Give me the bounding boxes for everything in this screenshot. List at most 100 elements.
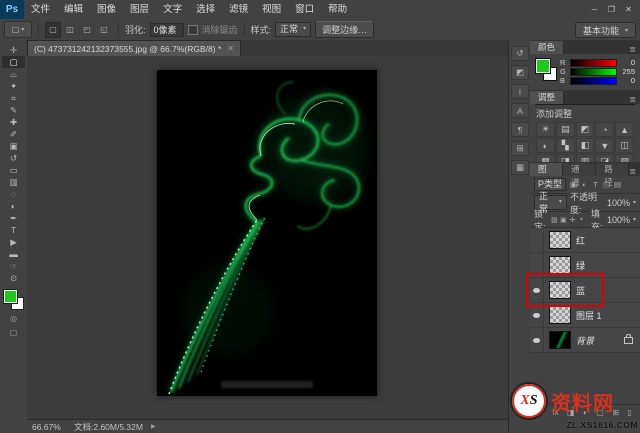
lock-transparency-icon[interactable]: ▨	[550, 215, 559, 225]
vibrance-icon[interactable]: ▲	[615, 122, 634, 137]
tool-preset-picker[interactable]: ▢ ▾	[4, 21, 32, 38]
menu-item-0[interactable]: 文件	[24, 0, 57, 19]
antialias-checkbox[interactable]	[187, 24, 198, 35]
status-flyout-icon[interactable]: ▶	[151, 423, 156, 430]
layer-thumbnail[interactable]	[549, 256, 571, 274]
channel-mixer-icon[interactable]: ◫	[615, 138, 634, 153]
add-selection-icon[interactable]: ◫	[62, 22, 78, 38]
brush-tool[interactable]: ✐	[2, 128, 25, 140]
menu-item-5[interactable]: 选择	[189, 0, 222, 19]
refine-edge-button[interactable]: 调整边缘…	[315, 21, 375, 38]
screen-mode-icon[interactable]: ▢	[2, 327, 25, 338]
intersect-selection-icon[interactable]: ◱	[96, 22, 112, 38]
path-select-tool[interactable]: ▶	[2, 236, 25, 248]
photo-filter-icon[interactable]: ▼	[595, 138, 615, 153]
visibility-toggle[interactable]	[530, 328, 544, 352]
new-selection-icon[interactable]: ▢	[45, 21, 61, 38]
menu-item-7[interactable]: 视图	[255, 0, 288, 19]
g-slider[interactable]	[570, 67, 617, 76]
eraser-tool[interactable]: ▭	[2, 164, 25, 176]
tab-layers[interactable]: 图层	[530, 163, 564, 187]
gradient-tool[interactable]: ▥	[2, 176, 25, 188]
minimize-icon[interactable]: ─	[587, 3, 602, 16]
menu-item-1[interactable]: 编辑	[57, 0, 90, 19]
character-panel-icon[interactable]: A	[511, 103, 529, 118]
lock-all-icon[interactable]: ▪	[577, 215, 586, 225]
layer-thumbnail[interactable]	[549, 231, 571, 249]
exposure-icon[interactable]: ◔	[595, 122, 615, 137]
blur-tool[interactable]: ◌	[2, 188, 25, 200]
lasso-tool[interactable]: ⌓	[2, 68, 25, 80]
navigator-panel-icon[interactable]: ⊞	[511, 141, 529, 156]
layer-thumbnail[interactable]	[549, 331, 571, 349]
tab-channels[interactable]: 通道	[563, 163, 597, 187]
history-brush-tool[interactable]: ↺	[2, 152, 25, 164]
crop-tool[interactable]: ⌗	[2, 92, 25, 104]
tab-color[interactable]: 颜色	[530, 41, 565, 54]
photo-image[interactable]	[157, 70, 377, 396]
clone-stamp-tool[interactable]: ▣	[2, 140, 25, 152]
quick-mask-icon[interactable]: ◎	[2, 313, 25, 324]
history-panel-icon[interactable]: ↺	[511, 46, 529, 61]
dodge-tool[interactable]: ◐	[2, 200, 25, 212]
canvas-area[interactable]	[27, 56, 508, 420]
filter-image-icon[interactable]: ▣	[568, 179, 579, 190]
b-slider[interactable]	[570, 76, 617, 85]
menu-item-3[interactable]: 图层	[123, 0, 156, 19]
close-icon[interactable]: ✕	[621, 3, 636, 16]
eyedropper-tool[interactable]: ✎	[2, 104, 25, 116]
menu-item-2[interactable]: 图像	[90, 0, 123, 19]
visibility-toggle[interactable]	[530, 228, 544, 252]
menu-item-4[interactable]: 文字	[156, 0, 189, 19]
hand-tool[interactable]: ☞	[2, 260, 25, 272]
layer-row-4[interactable]: 背景	[530, 328, 640, 353]
zoom-level[interactable]: 66.67%	[32, 422, 66, 432]
properties-panel-icon[interactable]: ◩	[511, 65, 529, 80]
hue-saturation-icon[interactable]: ◐	[536, 138, 555, 153]
curves-icon[interactable]: ◩	[575, 122, 595, 137]
tab-close-icon[interactable]: ✕	[227, 44, 234, 53]
marquee-tool[interactable]: ▢	[2, 56, 25, 68]
black-white-icon[interactable]: ◧	[575, 138, 595, 153]
quick-select-tool[interactable]: ✦	[2, 80, 25, 92]
styles-panel-icon[interactable]: ▦	[511, 160, 529, 175]
color-balance-icon[interactable]: ▚	[555, 138, 575, 153]
pen-tool[interactable]: ✒	[2, 212, 25, 224]
zoom-tool[interactable]: ⊙	[2, 272, 25, 284]
foreground-color-chip[interactable]	[2, 289, 18, 304]
filter-smart-icon[interactable]: ▤	[612, 179, 623, 190]
menu-item-8[interactable]: 窗口	[288, 0, 321, 19]
info-panel-icon[interactable]: i	[511, 84, 529, 99]
opacity-value[interactable]: 100%	[607, 198, 630, 208]
feather-input[interactable]: 0像素	[149, 22, 184, 37]
shape-tool[interactable]: ▬	[2, 248, 25, 260]
panel-menu-icon[interactable]: ≣	[629, 45, 640, 54]
workspace-switcher[interactable]: 基本功能 ▾	[574, 22, 636, 38]
lock-pixels-icon[interactable]: ▣	[559, 215, 568, 225]
tab-adjustments[interactable]: 调整	[530, 91, 565, 104]
foreground-color-swatch[interactable]	[535, 58, 551, 74]
tab-paths[interactable]: 路径	[596, 163, 630, 187]
panel-menu-icon[interactable]: ≣	[629, 95, 640, 104]
layer-row-0[interactable]: 红	[530, 228, 640, 253]
layer-thumbnail[interactable]	[549, 306, 571, 324]
subtract-selection-icon[interactable]: ◰	[79, 22, 95, 38]
move-tool[interactable]: ✛	[2, 44, 25, 56]
style-select[interactable]: 正常 ▾	[275, 22, 312, 37]
panel-menu-icon[interactable]: ≣	[629, 167, 640, 176]
menu-item-9[interactable]: 帮助	[321, 0, 354, 19]
restore-icon[interactable]: ❐	[604, 3, 619, 16]
filter-type-icon[interactable]: T	[590, 179, 601, 190]
filter-adjustment-icon[interactable]: ◐	[579, 179, 590, 190]
brightness-contrast-icon[interactable]: ☀	[536, 122, 555, 137]
levels-icon[interactable]: ▤	[555, 122, 575, 137]
healing-tool[interactable]: ✚	[2, 116, 25, 128]
fill-value[interactable]: 100%	[607, 215, 630, 225]
menu-item-6[interactable]: 滤镜	[222, 0, 255, 19]
lock-position-icon[interactable]: ✛	[568, 215, 577, 225]
filter-shape-icon[interactable]: ▢	[601, 179, 612, 190]
paragraph-panel-icon[interactable]: ¶	[511, 122, 529, 137]
type-tool[interactable]: T	[2, 224, 25, 236]
r-slider[interactable]	[570, 58, 617, 67]
document-tab[interactable]: (C) 473731242132373555.jpg @ 66.7%(RGB/8…	[27, 40, 241, 56]
